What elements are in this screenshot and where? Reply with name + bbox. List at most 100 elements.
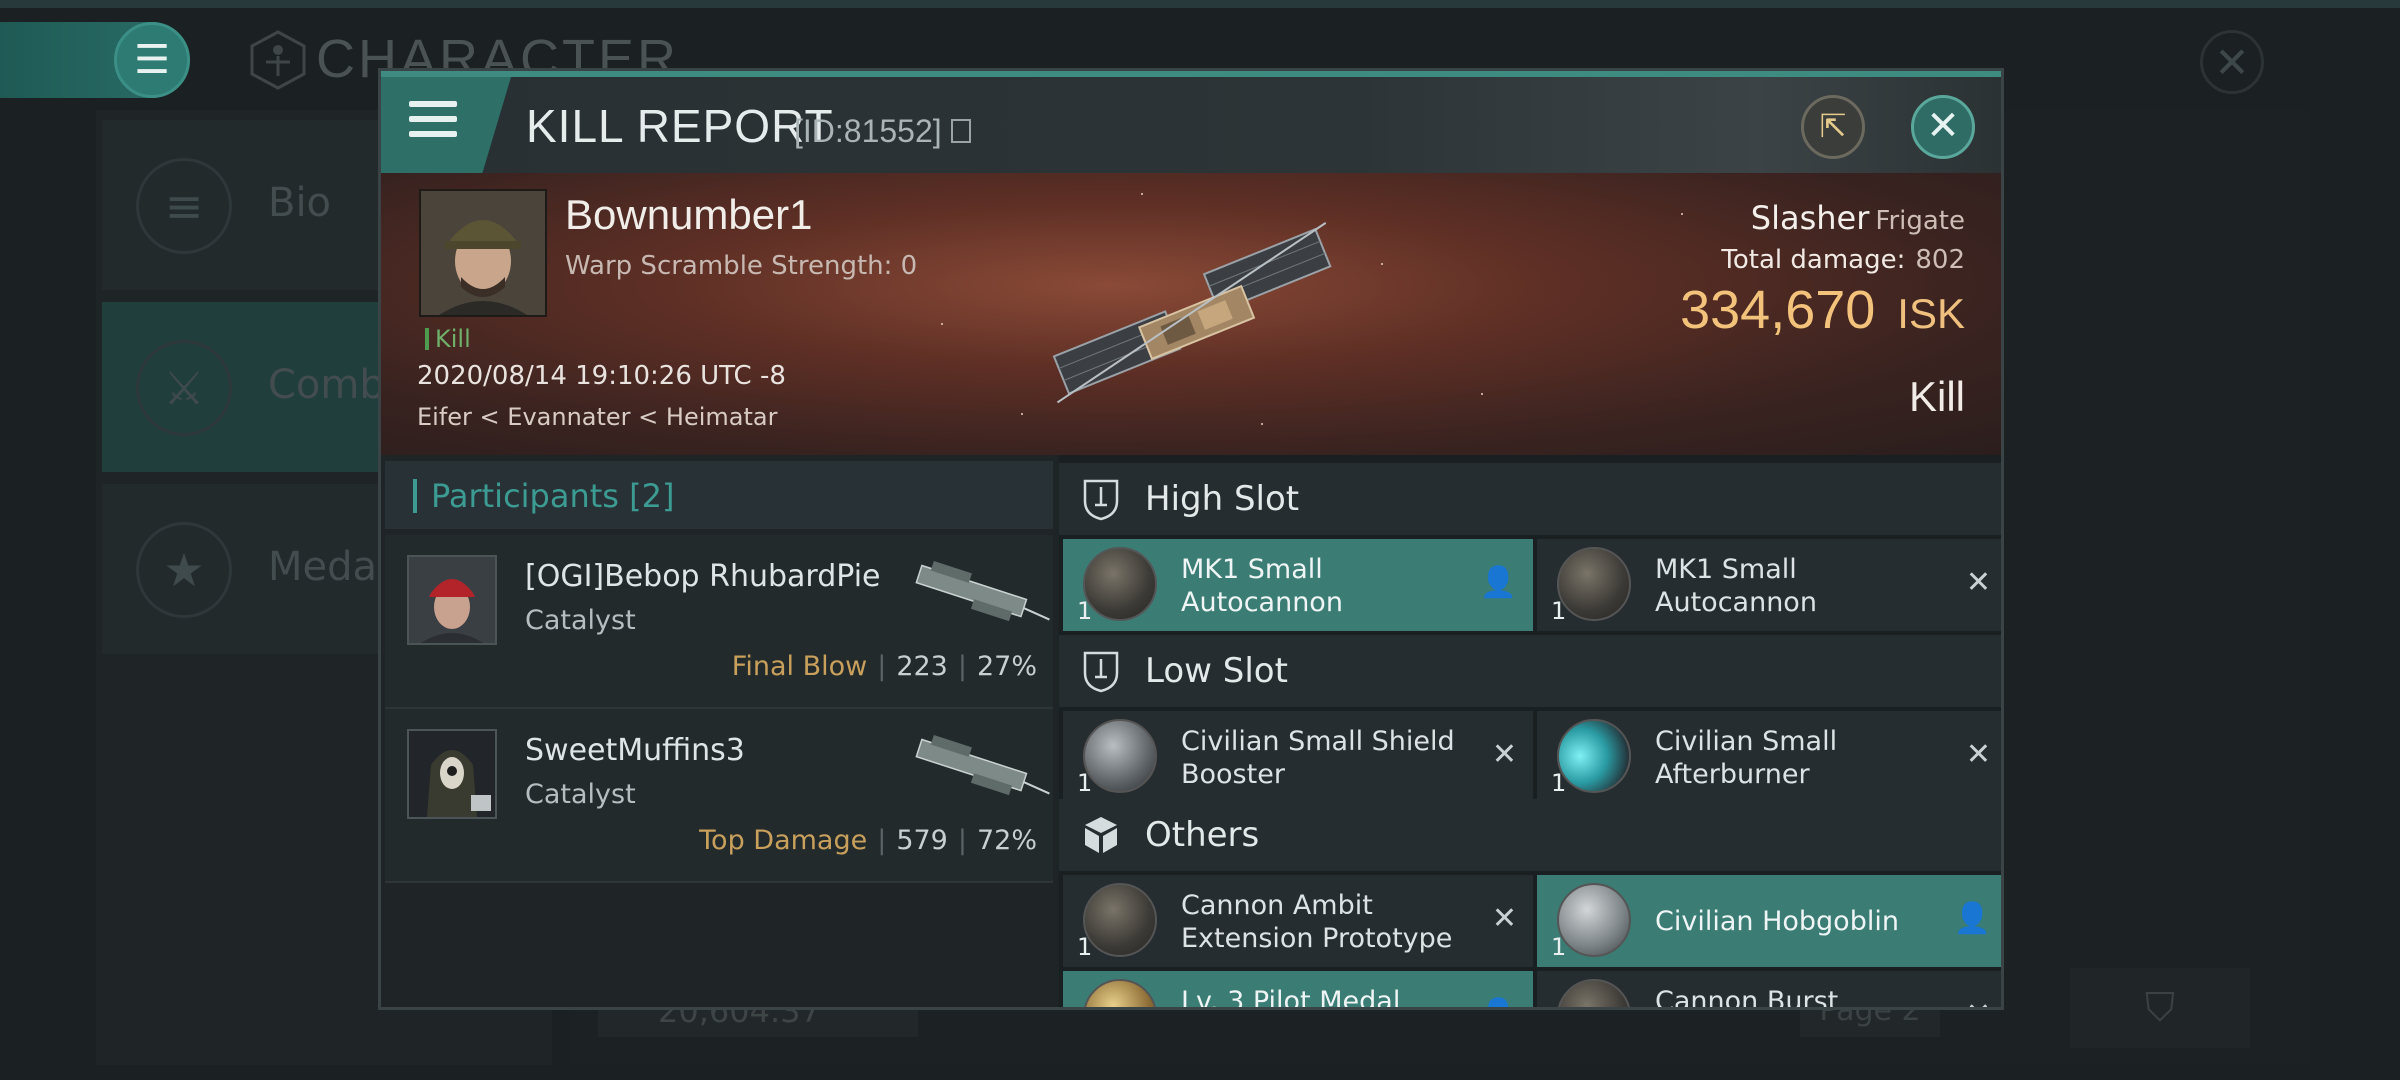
module-slot[interactable]: 1 Civilian Hobgoblin 👤 xyxy=(1537,875,2001,967)
hamburger-icon xyxy=(409,101,457,145)
module-slot[interactable]: Cannon Burst ✕ xyxy=(1537,971,2001,1010)
participants-count: [2] xyxy=(629,477,675,515)
participant-name: SweetMuffins3 xyxy=(525,733,745,768)
participant-damage: 579 xyxy=(896,825,948,856)
low-slot-header: Low Slot xyxy=(1059,635,2001,707)
catalyst-ship-icon xyxy=(915,734,1050,796)
share-button[interactable]: ⇱ xyxy=(1801,95,1865,159)
module-name: Lv. 3 Pilot Medal xyxy=(1181,986,1401,1010)
module-qty: 1 xyxy=(1551,769,1567,797)
destroyed-icon: ✕ xyxy=(1966,997,1991,1007)
fitting-panel: High Slot 1 MK1 Small Autocannon 👤 1 MK1… xyxy=(1059,455,2001,1010)
participant-row[interactable]: SweetMuffins3 Catalyst Top Damage | 579 | 72… xyxy=(385,709,1053,883)
main-menu-button[interactable]: ☰ xyxy=(0,22,190,98)
destroyed-icon: ✕ xyxy=(1965,737,1991,772)
drone-icon xyxy=(1557,883,1631,957)
isk-amount: 334,670 xyxy=(1680,280,1876,340)
isk-value: 334,670 ISK xyxy=(1680,279,1965,341)
participant-tag: Final Blow xyxy=(731,651,868,682)
kill-id: [ID:81552] xyxy=(794,113,942,149)
ship-class: Frigate xyxy=(1875,206,1965,236)
top-bar xyxy=(0,0,2400,8)
character-icon xyxy=(250,30,306,90)
participant-avatar[interactable] xyxy=(407,555,497,645)
side-item-label: Bio xyxy=(268,180,332,226)
dialog-header: KILL REPORT [ID:81552] ⇱ ✕ xyxy=(381,77,2001,173)
share-icon: ⇱ xyxy=(1819,107,1847,145)
module-slot[interactable]: 1 Cannon Ambit Extension Prototype ✕ xyxy=(1063,875,1533,967)
cannon-rig-icon xyxy=(1557,979,1631,1007)
close-button[interactable]: ✕ xyxy=(1911,95,1975,159)
module-qty: 1 xyxy=(1551,597,1567,625)
side-item-label: Medal xyxy=(268,544,389,590)
filter-icon[interactable]: ⛉ xyxy=(2070,968,2250,1048)
damage-label: Total damage: xyxy=(1721,245,1906,275)
participant-percent: 27% xyxy=(976,651,1037,682)
kill-report-dialog: KILL REPORT [ID:81552] ⇱ ✕ Bownumber1 Wa… xyxy=(378,68,2004,1010)
victim-ship: Slasher Frigate xyxy=(1751,199,1965,237)
module-name: Civilian Small Afterburner xyxy=(1655,726,1838,790)
warp-scramble: Warp Scramble Strength: 0 xyxy=(565,251,918,281)
dialog-title: KILL REPORT xyxy=(526,100,834,152)
copy-icon[interactable] xyxy=(951,119,971,143)
participants-label: Participants xyxy=(431,477,619,515)
victim-ship-image xyxy=(1052,222,1332,404)
participant-damage: 223 xyxy=(896,651,948,682)
medal-icon xyxy=(1083,979,1157,1007)
participant-tag: Top Damage xyxy=(699,825,868,856)
participant-ship: Catalyst xyxy=(525,779,636,810)
module-name: MK1 Small Autocannon xyxy=(1181,554,1343,618)
module-slot[interactable]: 1 Civilian Small Shield Booster ✕ xyxy=(1063,711,1533,803)
catalyst-ship-icon xyxy=(915,560,1050,622)
module-qty: 1 xyxy=(1077,933,1093,961)
victim-name: Bownumber1 xyxy=(565,191,813,238)
isk-unit: ISK xyxy=(1897,290,1965,337)
participant-row[interactable]: [OGI]Bebop RhubardPie Catalyst Final Blo… xyxy=(385,535,1053,709)
module-name: MK1 Small Autocannon xyxy=(1655,554,1817,618)
cannon-rig-icon xyxy=(1083,883,1157,957)
low-slot-icon xyxy=(1083,651,1119,693)
pilot-icon: 👤 xyxy=(1480,997,1517,1007)
side-item-label: Comb xyxy=(268,362,385,408)
destroyed-icon: ✕ xyxy=(1965,565,1991,600)
destroyed-icon: ✕ xyxy=(1491,901,1517,936)
participant-ship: Catalyst xyxy=(525,605,636,636)
kill-datetime: 2020/08/14 19:10:26 UTC -8 xyxy=(417,361,786,391)
participant-name: [OGI]Bebop RhubardPie xyxy=(525,559,881,594)
module-name: Civilian Small Shield Booster xyxy=(1181,726,1455,790)
background-close-icon[interactable]: ✕ xyxy=(2200,30,2264,94)
participants-panel: Participants [2] [OGI]Bebop RhubardPie C… xyxy=(381,455,1057,1007)
module-qty: 1 xyxy=(1077,769,1093,797)
participants-title: Participants [2] xyxy=(431,477,674,515)
victim-banner: Bownumber1 Warp Scramble Strength: 0 Kil… xyxy=(381,173,2001,455)
afterburner-icon xyxy=(1557,719,1631,793)
module-slot[interactable]: 1 MK1 Small Autocannon 👤 xyxy=(1063,539,1533,631)
list-icon: ≡ xyxy=(136,158,232,254)
destroyed-icon: ✕ xyxy=(1491,737,1517,772)
kill-tag: Kill xyxy=(425,325,471,353)
high-slot-header: High Slot xyxy=(1059,463,2001,535)
dialog-menu-button[interactable] xyxy=(381,77,511,173)
module-slot[interactable]: 1 Civilian Small Afterburner ✕ xyxy=(1537,711,2001,803)
participant-stats: Top Damage | 579 | 72% xyxy=(699,825,1037,856)
module-slot[interactable]: Lv. 3 Pilot Medal 👤 xyxy=(1063,971,1533,1010)
high-slot-icon xyxy=(1083,479,1119,521)
module-qty: 1 xyxy=(1551,933,1567,961)
others-header: Others xyxy=(1059,799,2001,871)
kill-location: Eifer < Evannater < Heimatar xyxy=(417,403,778,431)
module-name: Cannon Burst xyxy=(1655,986,1839,1010)
module-slot[interactable]: 1 MK1 Small Autocannon ✕ xyxy=(1537,539,2001,631)
others-label: Others xyxy=(1145,815,1260,855)
module-name: Cannon Ambit Extension Prototype xyxy=(1181,890,1453,954)
participant-stats: Final Blow | 223 | 27% xyxy=(731,651,1037,682)
autocannon-icon xyxy=(1557,547,1631,621)
cube-icon xyxy=(1085,817,1117,853)
ship-name: Slasher xyxy=(1750,199,1870,237)
participant-avatar[interactable] xyxy=(407,729,497,819)
crossed-swords-icon: ⚔ xyxy=(136,340,232,436)
shield-booster-icon xyxy=(1083,719,1157,793)
participant-percent: 72% xyxy=(976,825,1037,856)
high-slot-label: High Slot xyxy=(1145,479,1300,519)
victim-portrait[interactable] xyxy=(419,189,547,317)
total-damage: Total damage: 802 xyxy=(1721,245,1965,275)
